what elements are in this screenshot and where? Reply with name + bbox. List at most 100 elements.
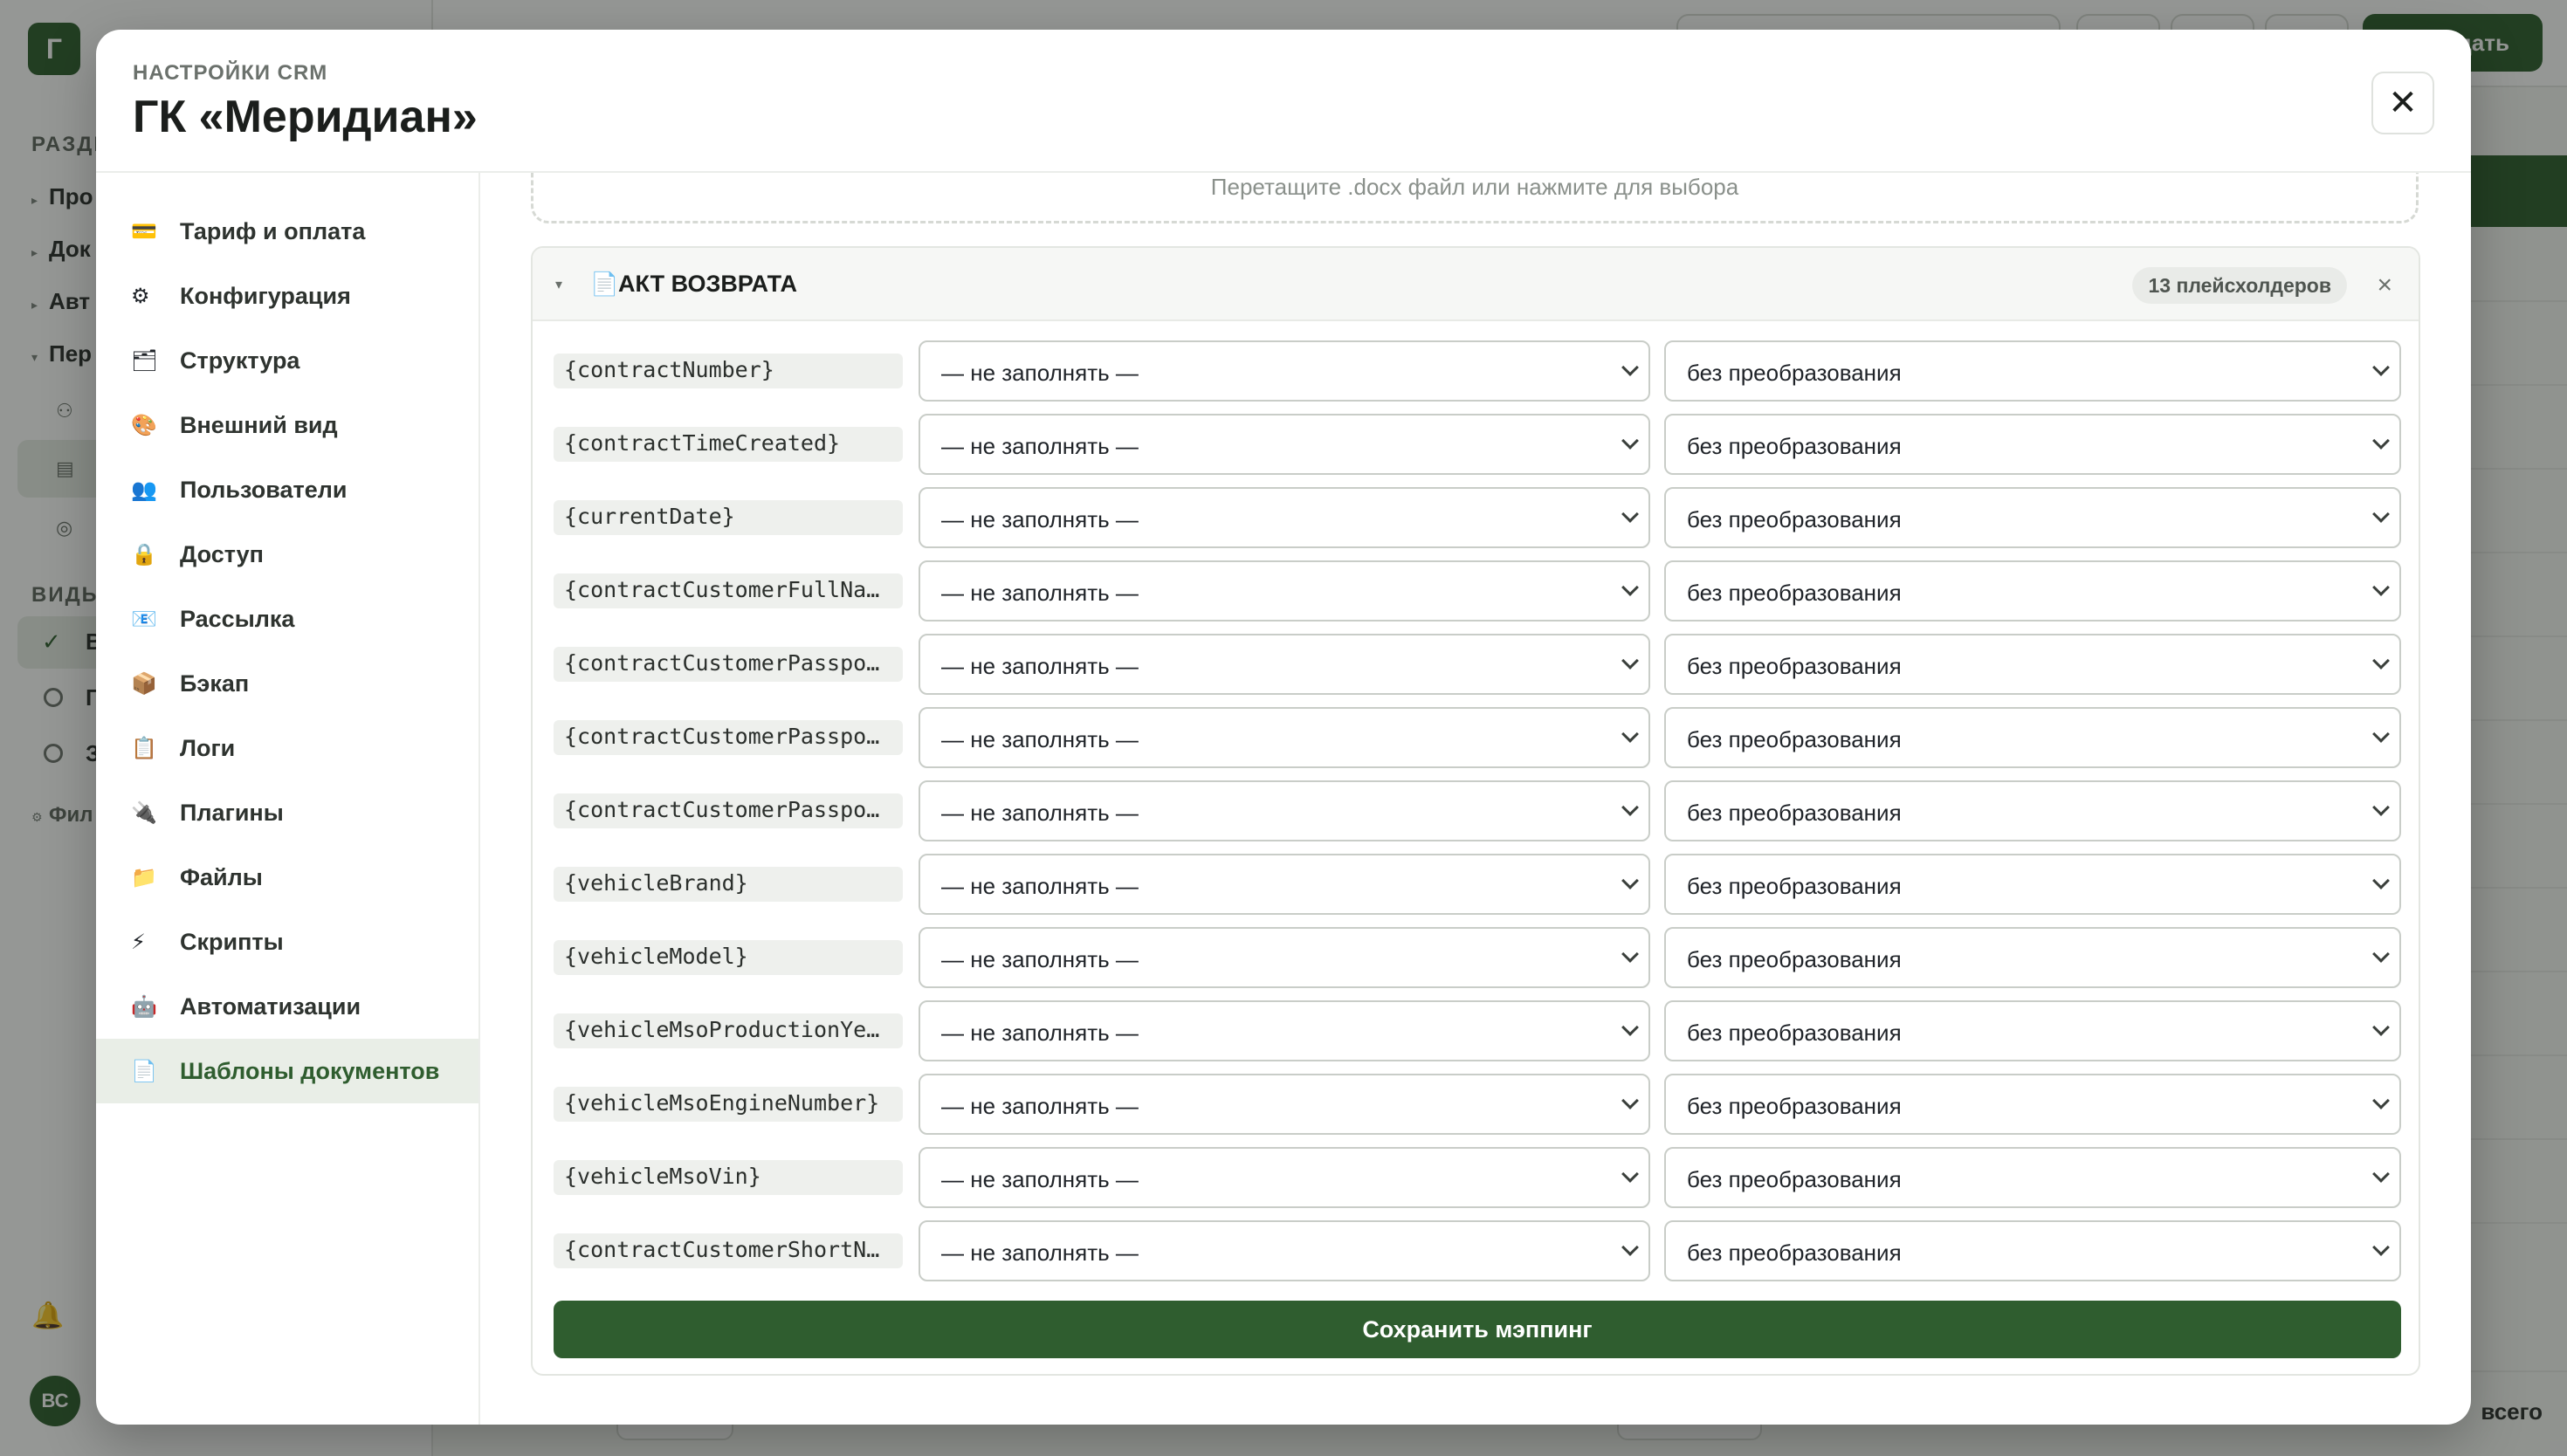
- settings-nav-item[interactable]: 👥 Пользователи: [96, 457, 478, 522]
- placeholder-key: {contractTimeCreated}: [554, 427, 903, 462]
- chevron-down-icon: [1621, 1092, 1639, 1109]
- transform-value: без преобразования: [1687, 726, 1902, 752]
- chevron-down-icon: [1621, 432, 1639, 450]
- docx-dropzone[interactable]: Перетащите .docx файл или нажмите для вы…: [531, 173, 2419, 223]
- settings-nav-item[interactable]: 📄 Шаблоны документов: [96, 1039, 478, 1103]
- chevron-down-icon: [1621, 1239, 1639, 1256]
- settings-nav-item[interactable]: 🤖 Автоматизации: [96, 974, 478, 1039]
- source-field-select[interactable]: — не заполнять —: [919, 634, 1650, 695]
- chevron-down-icon: [1621, 579, 1639, 596]
- source-field-value: — не заполнять —: [941, 433, 1139, 459]
- settings-nav-label: Рассылка: [180, 605, 295, 632]
- placeholder-key: {contractCustomerPassport…: [554, 793, 903, 828]
- source-field-select[interactable]: — не заполнять —: [919, 780, 1650, 841]
- chevron-down-icon: [2372, 1239, 2390, 1256]
- transform-select[interactable]: без преобразования: [1664, 927, 2401, 988]
- transform-select[interactable]: без преобразования: [1664, 487, 2401, 548]
- source-field-select[interactable]: — не заполнять —: [919, 1000, 1650, 1061]
- transform-select[interactable]: без преобразования: [1664, 1220, 2401, 1281]
- remove-template-icon[interactable]: ×: [2377, 271, 2392, 300]
- modal-title: ГК «Меридиан»: [133, 92, 478, 142]
- settings-nav-item[interactable]: ⚙ Конфигурация: [96, 264, 478, 328]
- source-field-value: — не заполнять —: [941, 1166, 1139, 1192]
- transform-select[interactable]: без преобразования: [1664, 560, 2401, 622]
- transform-select[interactable]: без преобразования: [1664, 780, 2401, 841]
- source-field-value: — не заполнять —: [941, 873, 1139, 899]
- transform-select[interactable]: без преобразования: [1664, 1074, 2401, 1135]
- mapping-row: {contractNumber} — не заполнять — без прео…: [554, 340, 2401, 402]
- mapping-row: {vehicleMsoProductionYear} — не заполнять…: [554, 1000, 2401, 1061]
- placeholder-key: {vehicleModel}: [554, 940, 903, 975]
- settings-nav-item[interactable]: 📁 Файлы: [96, 845, 478, 910]
- source-field-select[interactable]: — не заполнять —: [919, 707, 1650, 768]
- transform-select[interactable]: без преобразования: [1664, 1147, 2401, 1208]
- source-field-select[interactable]: — не заполнять —: [919, 854, 1650, 915]
- source-field-select[interactable]: — не заполнять —: [919, 560, 1650, 622]
- source-field-value: — не заполнять —: [941, 360, 1139, 386]
- mapping-row: {vehicleMsoVin} — не заполнять — без преоб…: [554, 1147, 2401, 1208]
- chevron-down-icon: [2372, 1019, 2390, 1036]
- source-field-select[interactable]: — не заполнять —: [919, 927, 1650, 988]
- placeholder-key: {vehicleBrand}: [554, 867, 903, 902]
- placeholder-count-badge: 13 плейсхолдеров: [2132, 267, 2347, 304]
- users-icon: 👥: [131, 477, 157, 502]
- transform-value: без преобразования: [1687, 580, 1902, 606]
- source-field-value: — не заполнять —: [941, 726, 1139, 752]
- settings-nav-item[interactable]: 🔌 Плагины: [96, 780, 478, 845]
- source-field-value: — не заполнять —: [941, 800, 1139, 826]
- collapse-caret-icon[interactable]: ▾: [555, 276, 562, 293]
- settings-nav-item[interactable]: 📋 Логи: [96, 716, 478, 780]
- settings-nav-item[interactable]: ⚡ Скрипты: [96, 910, 478, 974]
- placeholder-key: {contractCustomerShortNam…: [554, 1233, 903, 1268]
- settings-nav-label: Шаблоны документов: [180, 1057, 440, 1084]
- document-icon: 📄: [131, 1059, 157, 1083]
- settings-nav-label: Скрипты: [180, 928, 284, 955]
- close-button[interactable]: ✕: [2371, 72, 2434, 134]
- transform-select[interactable]: без преобразования: [1664, 414, 2401, 475]
- source-field-select[interactable]: — не заполнять —: [919, 487, 1650, 548]
- palette-icon: 🎨: [131, 413, 157, 437]
- mapping-row: {contractCustomerPassport… — не заполнять…: [554, 707, 2401, 768]
- transform-select[interactable]: без преобразования: [1664, 634, 2401, 695]
- mapping-row: {contractCustomerPassport… — не заполнять…: [554, 780, 2401, 841]
- source-field-select[interactable]: — не заполнять —: [919, 1074, 1650, 1135]
- chevron-down-icon: [2372, 359, 2390, 376]
- template-card-header[interactable]: ▾ 📄 АКТ ВОЗВРАТА 13 плейсхолдеров ×: [533, 248, 2419, 321]
- chevron-down-icon: [1621, 725, 1639, 743]
- transform-value: без преобразования: [1687, 1240, 1902, 1266]
- settings-nav-item[interactable]: 🗂 Структура: [96, 328, 478, 393]
- mapping-row: {contractCustomerFullName} — не заполнять…: [554, 560, 2401, 622]
- source-field-select[interactable]: — не заполнять —: [919, 414, 1650, 475]
- transform-select[interactable]: без преобразования: [1664, 340, 2401, 402]
- settings-nav-label: Доступ: [180, 540, 264, 567]
- chevron-down-icon: [1621, 652, 1639, 670]
- transform-value: без преобразования: [1687, 1166, 1902, 1192]
- placeholder-key: {currentDate}: [554, 500, 903, 535]
- source-field-select[interactable]: — не заполнять —: [919, 340, 1650, 402]
- transform-select[interactable]: без преобразования: [1664, 707, 2401, 768]
- lightning-icon: ⚡: [131, 930, 146, 954]
- settings-nav-label: Бэкап: [180, 670, 250, 697]
- settings-nav-label: Структура: [180, 347, 300, 374]
- transform-select[interactable]: без преобразования: [1664, 1000, 2401, 1061]
- chevron-down-icon: [1621, 945, 1639, 963]
- save-mapping-button[interactable]: Сохранить мэппинг: [554, 1301, 2401, 1358]
- settings-nav-item[interactable]: 🔒 Доступ: [96, 522, 478, 587]
- settings-nav-item[interactable]: 🎨 Внешний вид: [96, 393, 478, 457]
- clipboard-icon: 📋: [131, 736, 157, 760]
- chevron-down-icon: [2372, 505, 2390, 523]
- chevron-down-icon: [1621, 359, 1639, 376]
- settings-nav-label: Автоматизации: [180, 992, 361, 1020]
- placeholder-key: {vehicleMsoVin}: [554, 1160, 903, 1195]
- source-field-select[interactable]: — не заполнять —: [919, 1220, 1650, 1281]
- source-field-value: — не заполнять —: [941, 580, 1139, 606]
- settings-nav-item[interactable]: 📧 Рассылка: [96, 587, 478, 651]
- source-field-select[interactable]: — не заполнять —: [919, 1147, 1650, 1208]
- transform-select[interactable]: без преобразования: [1664, 854, 2401, 915]
- transform-value: без преобразования: [1687, 800, 1902, 826]
- mapping-row: {vehicleModel} — не заполнять — без преобр…: [554, 927, 2401, 988]
- settings-nav-item[interactable]: 💳 Тариф и оплата: [96, 199, 478, 264]
- chevron-down-icon: [1621, 1019, 1639, 1036]
- settings-nav-item[interactable]: 📦 Бэкап: [96, 651, 478, 716]
- source-field-value: — не заполнять —: [941, 1093, 1139, 1119]
